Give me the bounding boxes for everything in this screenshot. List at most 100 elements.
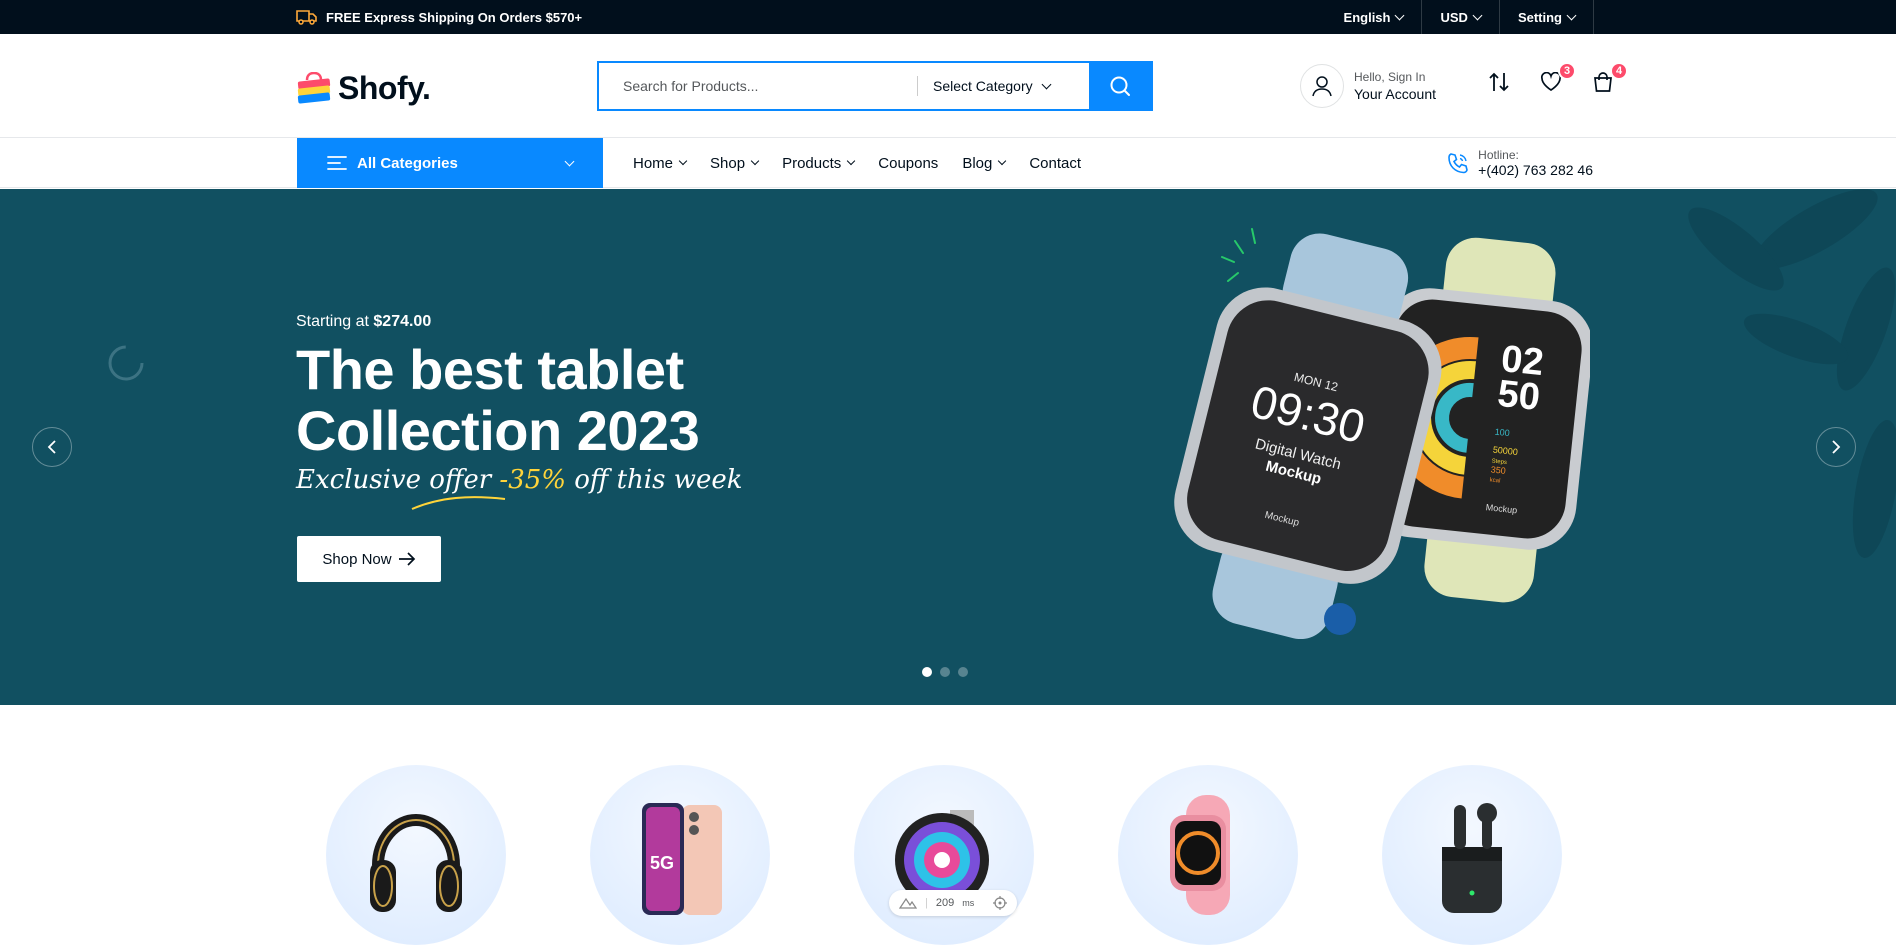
- hotline-label: Hotline:: [1478, 148, 1519, 162]
- chevron-down-icon: [750, 156, 760, 166]
- chevron-left-icon: [47, 440, 56, 454]
- category-cpu-cooler[interactable]: [854, 765, 1034, 945]
- headphones-image: [370, 814, 462, 912]
- category-list: 5G: [0, 705, 1896, 945]
- nav-item-label: Blog: [962, 154, 993, 172]
- target-icon: [993, 896, 1007, 910]
- nav-item-label: Shop: [710, 154, 746, 172]
- offer-suffix: off this week: [574, 465, 743, 495]
- perf-value: 209: [935, 897, 955, 909]
- slider-dot[interactable]: [958, 667, 968, 677]
- nav-item-contact[interactable]: Contact: [1029, 155, 1081, 172]
- underline-swoosh: [411, 496, 506, 510]
- user-icon: [1300, 64, 1344, 108]
- main-header: Shofy. Select Category Hello, Sign In Yo…: [0, 34, 1896, 138]
- language-select[interactable]: English: [1326, 0, 1422, 34]
- perf-unit: ms: [962, 898, 975, 908]
- cart-count-badge: 4: [1610, 62, 1628, 80]
- shop-now-button[interactable]: Shop Now: [297, 536, 441, 582]
- nav-item-label: Products: [782, 154, 842, 172]
- watch2-stat4: 350: [1490, 464, 1506, 476]
- slider-dot[interactable]: [922, 667, 932, 677]
- wishlist-button[interactable]: 3: [1538, 62, 1576, 96]
- nav-item-home[interactable]: Home: [633, 154, 688, 172]
- truck-icon: [296, 10, 317, 25]
- nav-item-shop[interactable]: Shop: [710, 154, 760, 172]
- watch2-stat1: 100: [1494, 427, 1510, 439]
- slider-dot[interactable]: [940, 667, 950, 677]
- chevron-down-icon: [678, 156, 688, 166]
- shopping-bag-logo-icon: [297, 71, 331, 103]
- search-bar: Select Category: [597, 61, 1153, 111]
- pink-smartwatch-image: [1170, 795, 1230, 915]
- mountain-icon: [899, 897, 917, 909]
- menu-icon: [327, 156, 347, 170]
- category-earbuds[interactable]: [1382, 765, 1562, 945]
- category-phones[interactable]: 5G: [590, 765, 770, 945]
- phone-icon: [1448, 153, 1469, 174]
- search-input[interactable]: [599, 63, 917, 109]
- logo-text: Shofy.: [338, 70, 431, 106]
- slider-dots: [922, 667, 968, 677]
- all-categories-button[interactable]: All Categories: [297, 138, 603, 188]
- wishlist-count-badge: 3: [1558, 62, 1576, 80]
- search-icon: [1110, 76, 1130, 96]
- hero-price-line: Starting at $274.00: [296, 313, 431, 331]
- cart-button[interactable]: 4: [1590, 62, 1628, 96]
- watch2-minutes: 50: [1496, 373, 1542, 419]
- setting-select[interactable]: Setting: [1498, 0, 1594, 34]
- earbuds-image: [1442, 803, 1502, 913]
- compare-button[interactable]: [1486, 68, 1512, 96]
- category-smartwatch[interactable]: [1118, 765, 1298, 945]
- nav-item-label: Contact: [1029, 154, 1082, 172]
- nav-item-label: Home: [633, 154, 674, 172]
- chevron-down-icon: [1472, 10, 1483, 20]
- shipping-notice: FREE Express Shipping On Orders $570+: [296, 0, 582, 34]
- offer-percent: -35%: [499, 465, 566, 495]
- loading-spinner-icon: [108, 345, 144, 381]
- chevron-down-icon: [564, 156, 575, 166]
- chevron-down-icon: [1566, 10, 1577, 20]
- account-link[interactable]: Hello, Sign In Your Account: [1300, 64, 1436, 108]
- offer-prefix: Exclusive offer: [296, 465, 492, 495]
- account-greeting: Hello, Sign In: [1354, 70, 1426, 84]
- currency-label: USD: [1440, 9, 1468, 25]
- chevron-down-icon: [998, 156, 1007, 166]
- main-nav: All Categories Home Shop Products Coupon…: [0, 138, 1896, 188]
- hero-offer: Exclusive offer -35% off this week: [296, 465, 743, 495]
- hero-title-line2: Collection 2023: [296, 399, 700, 462]
- hero-price: $274.00: [373, 313, 432, 330]
- hero-starting-at: Starting at: [296, 313, 369, 330]
- shop-now-label: Shop Now: [322, 550, 392, 568]
- chevron-down-icon: [1041, 79, 1052, 89]
- arrow-right-icon: [398, 552, 415, 566]
- slider-next-button[interactable]: [1816, 427, 1856, 467]
- language-label: English: [1343, 9, 1391, 25]
- cpu-cooler-image: [895, 810, 989, 910]
- shipping-text: FREE Express Shipping On Orders $570+: [326, 9, 583, 25]
- all-categories-label: All Categories: [357, 154, 458, 172]
- search-button[interactable]: [1089, 63, 1151, 109]
- nav-item-coupons[interactable]: Coupons: [878, 155, 938, 172]
- top-bar: FREE Express Shipping On Orders $570+ En…: [0, 0, 1896, 34]
- category-select[interactable]: Select Category: [917, 63, 1089, 109]
- currency-select[interactable]: USD: [1421, 0, 1498, 34]
- hero-title: The best tablet Collection 2023: [296, 339, 700, 462]
- chevron-down-icon: [847, 156, 856, 166]
- nav-item-blog[interactable]: Blog: [962, 154, 1007, 172]
- slider-prev-button[interactable]: [32, 427, 72, 467]
- hotline[interactable]: Hotline: +(402) 763 282 46: [1446, 148, 1593, 178]
- chevron-right-icon: [1832, 440, 1841, 454]
- watch2-stat5: kcal: [1489, 477, 1500, 484]
- smartwatch-product-image: 02 50 100 50000 Steps 350 kcal Mockup MO…: [1174, 228, 1590, 639]
- site-logo[interactable]: Shofy.: [296, 70, 431, 107]
- nav-item-products[interactable]: Products: [782, 154, 856, 172]
- compare-arrows-icon: [1489, 72, 1509, 92]
- category-select-label: Select Category: [933, 78, 1033, 94]
- category-headphones[interactable]: [326, 765, 506, 945]
- nav-item-label: Coupons: [878, 154, 939, 172]
- setting-label: Setting: [1517, 9, 1562, 25]
- svg-text:5G: 5G: [650, 853, 674, 873]
- hero-slider: Starting at $274.00 The best tablet Coll…: [0, 189, 1896, 705]
- chevron-down-icon: [1395, 10, 1405, 20]
